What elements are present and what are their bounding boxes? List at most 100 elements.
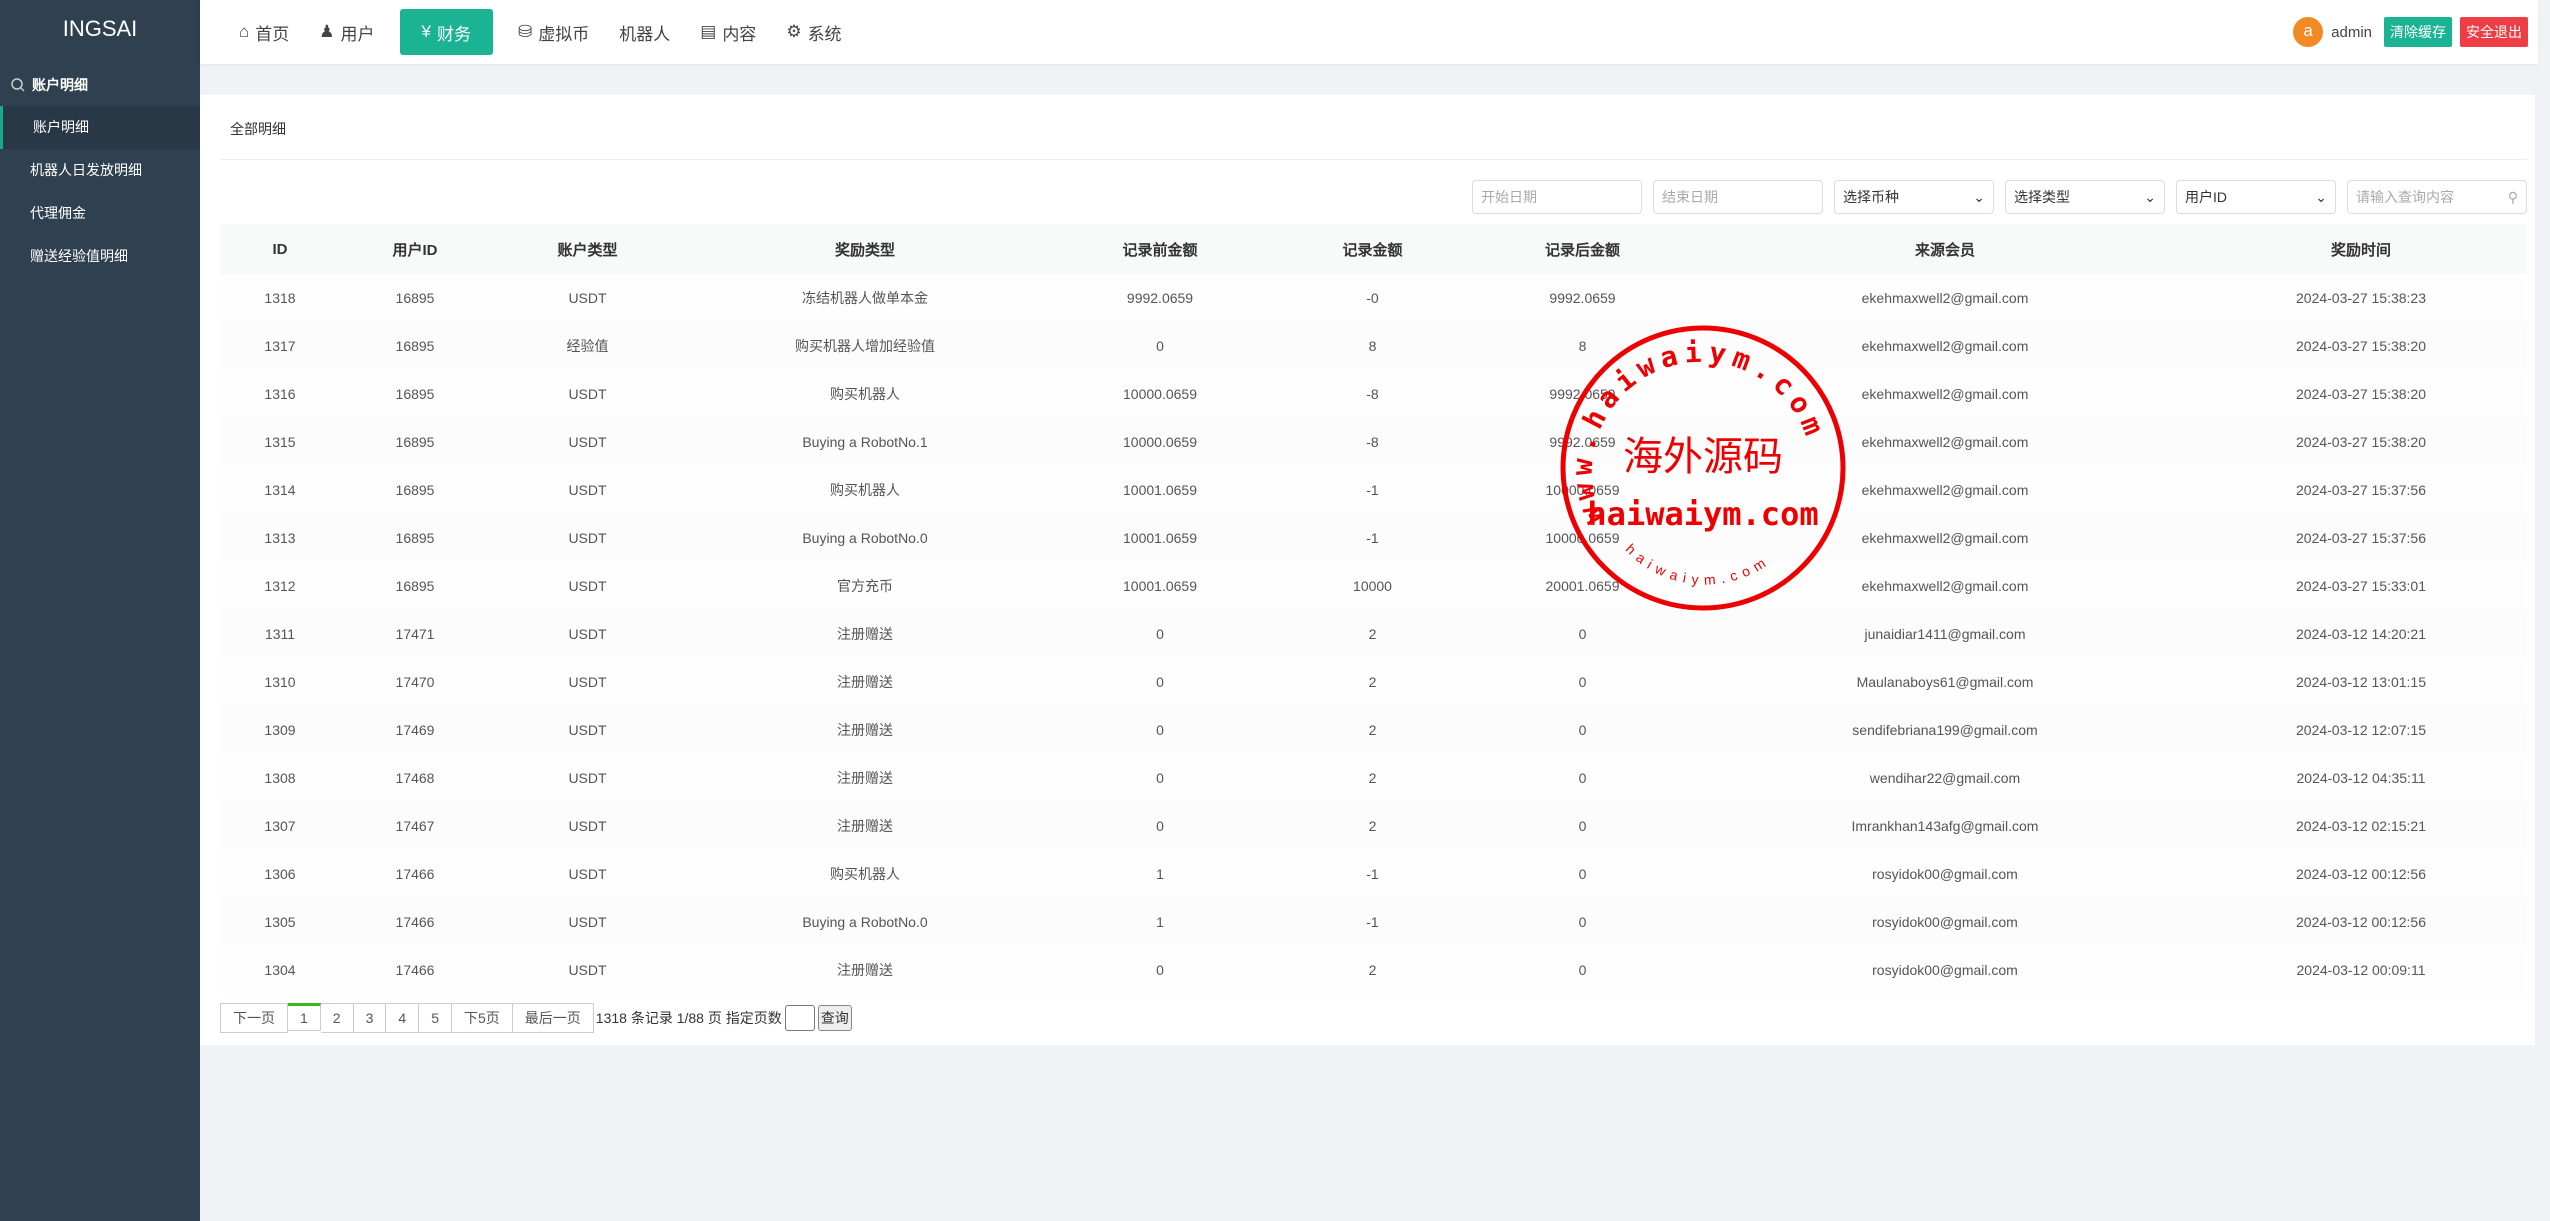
table-cell: 2024-03-12 12:07:15 <box>2195 706 2527 754</box>
watermark-stamp: www.haiwaiym.com 海外源码 haiwaiym.com haiwa… <box>1560 325 1846 611</box>
page-3[interactable]: 3 <box>353 1003 387 1033</box>
nav-crypto[interactable]: ⛁ 虚拟币 <box>503 9 604 55</box>
search-icon[interactable]: ⚲ <box>2508 189 2518 206</box>
table-cell: 注册赠送 <box>685 946 1045 994</box>
select-value: 用户ID <box>2185 189 2227 205</box>
nav-user[interactable]: ♟ 用户 <box>304 9 389 55</box>
watermark-bottom: haiwaiym.com <box>1623 541 1768 588</box>
table-cell: 1308 <box>220 754 340 802</box>
table-cell: 17466 <box>340 946 490 994</box>
table-cell: wendihar22@gmail.com <box>1695 754 2195 802</box>
field-select[interactable]: 用户ID ⌄ <box>2176 180 2336 214</box>
prev-page-button[interactable]: 下一页 <box>220 1003 288 1033</box>
nav-label: 内容 <box>722 24 757 44</box>
page-1[interactable]: 1 <box>288 1003 321 1031</box>
search-placeholder: 请输入查询内容 <box>2356 189 2454 205</box>
table-cell: 0 <box>1470 802 1695 850</box>
next-5-pages-button[interactable]: 下5页 <box>451 1003 513 1033</box>
gear-icon: ⚙ <box>786 22 802 41</box>
table-cell: 2 <box>1275 610 1470 658</box>
nav-label: 系统 <box>807 24 842 44</box>
table-cell: USDT <box>490 946 685 994</box>
page-5[interactable]: 5 <box>419 1003 452 1033</box>
table-cell: 0 <box>1045 658 1275 706</box>
nav-home[interactable]: ⌂ 首页 <box>224 9 304 55</box>
nav-system[interactable]: ⚙ 系统 <box>771 9 856 55</box>
table-cell: 1 <box>1045 898 1275 946</box>
avatar[interactable]: a <box>2293 17 2324 47</box>
table-cell: -1 <box>1275 850 1470 898</box>
table-cell: 17468 <box>340 754 490 802</box>
username[interactable]: admin <box>2331 24 2372 41</box>
records-table: ID 用户ID 账户类型 奖励类型 记录前金额 记录金额 记录后金额 来源会员 奖励时间 131… <box>220 224 2527 994</box>
search-input[interactable]: 请输入查询内容 ⚲ <box>2347 180 2527 214</box>
page-4[interactable]: 4 <box>386 1003 420 1033</box>
nav-label: 首页 <box>255 24 290 44</box>
sidebar-section[interactable]: 账户明细 <box>0 64 200 106</box>
currency-select[interactable]: 选择币种 ⌄ <box>1834 180 1994 214</box>
table-cell: 1317 <box>220 322 340 370</box>
table-cell: 2 <box>1275 706 1470 754</box>
table-cell: 1304 <box>220 946 340 994</box>
table-row: 1306 17466 USDT 购买机器人 1 -1 0 rosyidok00@gmail.c… <box>220 850 2527 898</box>
table-cell: -8 <box>1275 418 1470 466</box>
nav-content[interactable]: ▤ 内容 <box>685 9 771 55</box>
table-cell: 9992.0659 <box>1045 274 1275 322</box>
logout-button[interactable]: 安全退出 <box>2460 17 2528 47</box>
table-cell: 2 <box>1275 802 1470 850</box>
table-cell: -1 <box>1275 898 1470 946</box>
go-button[interactable]: 查询 <box>817 1005 852 1031</box>
table-row: 1314 16895 USDT 购买机器人 10001.0659 -1 10000.0659… <box>220 466 2527 514</box>
sidebar-item-account-detail[interactable]: 账户明细 <box>0 106 200 149</box>
table-cell: 1305 <box>220 898 340 946</box>
table-cell: 0 <box>1045 946 1275 994</box>
start-date-input[interactable]: 开始日期 <box>1472 180 1642 214</box>
select-value: 选择币种 <box>1843 189 1899 205</box>
table-cell: 1309 <box>220 706 340 754</box>
pagination: 下一页 1 2 3 4 5 下5页 最后一页 1318 条记录 1/88 页 指… <box>220 1003 852 1033</box>
table-cell: 2024-03-27 15:37:56 <box>2195 466 2527 514</box>
nav-label: 用户 <box>340 24 375 44</box>
table-cell: 0 <box>1470 610 1695 658</box>
table-cell: 10001.0659 <box>1045 466 1275 514</box>
table-cell: 16895 <box>340 418 490 466</box>
table-cell: 注册赠送 <box>685 610 1045 658</box>
table-cell: 官方充币 <box>685 562 1045 610</box>
table-cell: 2024-03-12 13:01:15 <box>2195 658 2527 706</box>
sidebar-item-exp-gift[interactable]: 赠送经验值明细 <box>0 235 200 278</box>
filter-bar: 开始日期 结束日期 选择币种 ⌄ 选择类型 ⌄ 用户ID ⌄ 请输入查询内容 ⚲ <box>1472 180 2527 214</box>
table-cell: 2024-03-27 15:37:56 <box>2195 514 2527 562</box>
sidebar-section-label: 账户明细 <box>32 77 88 93</box>
table-row: 1310 17470 USDT 注册赠送 0 2 0 Maulanaboys61@gmail.… <box>220 658 2527 706</box>
clear-cache-button[interactable]: 清除缓存 <box>2384 17 2452 47</box>
table-cell: USDT <box>490 802 685 850</box>
last-page-button[interactable]: 最后一页 <box>512 1003 594 1033</box>
nav-finance[interactable]: ¥ 财务 <box>399 9 493 55</box>
page-2[interactable]: 2 <box>320 1003 354 1033</box>
table-cell: 2024-03-27 15:38:20 <box>2195 322 2527 370</box>
chevron-down-icon: ⌄ <box>2144 188 2156 205</box>
type-select[interactable]: 选择类型 ⌄ <box>2005 180 2165 214</box>
page-number-input[interactable] <box>784 1005 815 1031</box>
nav-robot[interactable]: 机器人 <box>604 9 685 55</box>
table-cell: 10001.0659 <box>1045 514 1275 562</box>
table-cell: 0 <box>1470 850 1695 898</box>
watermark-domain: haiwaiym.com <box>1587 495 1818 533</box>
table-cell: 2 <box>1275 946 1470 994</box>
column-header: 账户类型 <box>490 224 685 274</box>
table-cell: 0 <box>1470 946 1695 994</box>
nav-label: 虚拟币 <box>538 24 590 44</box>
table-cell: Maulanaboys61@gmail.com <box>1695 658 2195 706</box>
table-cell: 1306 <box>220 850 340 898</box>
sidebar-item-robot-daily[interactable]: 机器人日发放明细 <box>0 149 200 192</box>
table-cell: 2024-03-12 04:35:11 <box>2195 754 2527 802</box>
table-cell: Buying a RobotNo.0 <box>685 898 1045 946</box>
chevron-down-icon: ⌄ <box>2315 188 2327 205</box>
sidebar-item-agent-commission[interactable]: 代理佣金 <box>0 192 200 235</box>
table-cell: 17467 <box>340 802 490 850</box>
column-header: 记录后金额 <box>1470 224 1695 274</box>
table-cell: USDT <box>490 274 685 322</box>
pagination-info: 1318 条记录 1/88 页 指定页数 <box>595 1010 782 1026</box>
end-date-input[interactable]: 结束日期 <box>1653 180 1823 214</box>
table-cell: junaidiar1411@gmail.com <box>1695 610 2195 658</box>
